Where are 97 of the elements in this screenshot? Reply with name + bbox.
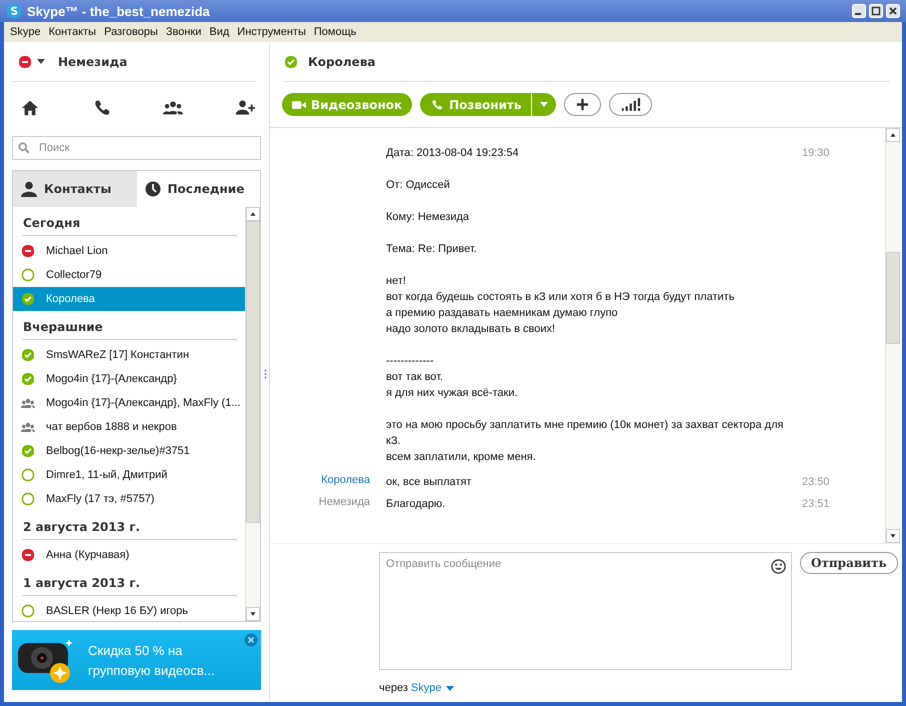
online-status-icon [21,444,35,458]
group-heading: Сегодня [22,207,237,236]
scroll-down-icon[interactable] [246,607,260,621]
caret-icon[interactable] [446,686,454,690]
via-link[interactable]: Skype [410,682,442,694]
online-status-icon [21,292,35,306]
group-icon [21,420,35,434]
sender-name[interactable]: Немезида [318,496,370,508]
online-status-icon [21,348,35,362]
phone-icon [430,98,444,110]
via-label: через [379,682,408,694]
message-text: я для них чужая всё-таки. [386,386,519,401]
splitter-handle[interactable] [264,369,267,379]
offline-status-icon [21,492,35,506]
contact-item[interactable]: чат вербов 1888 и некров [13,415,245,439]
message-input[interactable]: Отправить сообщение [379,552,792,670]
caret-icon[interactable] [37,59,45,64]
search-icon [18,142,30,154]
add-contact-icon[interactable] [234,99,255,117]
menu-item[interactable]: Вид [205,26,234,38]
message-text: это на мою просьбу заплатить мне премию (10к монет) за захват сектора для кЗ. [386,418,784,449]
group-heading: 1 августа 2013 г. [22,567,237,596]
promo-text: групповую видеосв... [88,662,215,678]
menu-item[interactable]: Инструменты [233,26,310,38]
clock-icon [144,181,160,197]
window-title: Skype™ - the_best_nemezida [27,4,211,18]
message-text: ок, все выплатят [386,475,472,490]
message-text: вот так вот. [386,370,444,385]
offline-status-icon [21,468,35,482]
scroll-up-icon[interactable] [886,128,900,142]
contact-item[interactable]: Mogo4in {17}-{Александр}, MaxFly (1... [13,391,245,415]
contact-name: Королева [308,54,376,68]
app-logo-icon [6,3,22,19]
search-field[interactable]: Поиск [12,136,261,160]
message-text: Кому: Немезида [386,210,470,225]
message-time: 23:50 [802,476,830,488]
message-text: Тема: Re: Привет. [386,242,478,257]
scroll-thumb[interactable] [886,252,900,344]
menu-item[interactable]: Разговоры [100,26,162,38]
contact-item[interactable]: Collector79 [13,263,245,287]
home-icon[interactable] [20,99,40,117]
contact-item[interactable]: BASLER (Некр 16 БУ) игорь [13,599,245,621]
online-status-icon [21,372,35,386]
message-text: Дата: 2013-08-04 19:23:54 [386,146,520,161]
minimize-icon[interactable] [852,4,866,18]
call-quality-button[interactable] [609,93,652,116]
tab[interactable]: Контакты [13,171,136,207]
plus-icon [576,98,590,111]
message-time: 23:51 [802,498,830,510]
contact-item[interactable]: Belbog(16-некр-зелье)#3751 [13,439,245,463]
sender-name[interactable]: Королева [321,474,370,486]
busy-status-icon [21,548,35,562]
signal-bars-icon [620,98,641,111]
video-camera-icon [292,98,306,110]
menu-item[interactable]: Контакты [44,26,100,38]
contact-item[interactable]: Michael Lion [13,239,245,263]
person-icon [21,181,37,197]
profile-name: Немезида [58,54,128,68]
smiley-icon[interactable] [771,559,786,574]
message-text: надо золото вкладывать в своих! [386,322,556,337]
message-text: От: Одиссей [386,178,451,193]
message-text: ------------- [386,354,435,369]
group-heading: Вчерашние [22,311,237,340]
busy-status-icon [21,244,35,258]
message-text: нет! [386,274,407,289]
message-time: 19:30 [802,147,830,159]
offline-status-icon [21,268,35,282]
send-button[interactable]: Отправить [800,552,898,574]
maximize-icon[interactable] [869,4,883,18]
contact-item[interactable]: Mogo4in {17}-{Александр} [13,367,245,391]
group-icon[interactable] [163,99,184,117]
promo-text: Скидка 50 % на [88,642,184,658]
menu-item[interactable]: Skype [6,26,45,38]
contact-item[interactable]: MaxFly (17 тэ, #5757) [13,487,245,511]
contact-item[interactable]: Анна (Курчавая) [13,543,245,567]
caret-icon [540,102,548,107]
scroll-down-icon[interactable] [886,529,900,543]
scroll-thumb[interactable] [246,221,260,523]
menu-item[interactable]: Звонки [162,26,206,38]
message-text: Благодарю. [386,497,446,512]
scrollbar[interactable] [245,207,260,621]
message-text: вот когда будешь состоять в кЗ или хотя б в НЭ тогда будут платить [386,290,736,305]
add-button[interactable] [564,93,602,116]
offline-status-icon [21,604,35,618]
contact-item[interactable]: SmsWAReZ [17] Константин [13,343,245,367]
online-status-icon [284,54,298,68]
message-text: а премию раздавать наемникам думаю глупо [386,306,619,321]
busy-status-icon[interactable] [18,54,32,68]
scrollbar[interactable] [885,128,900,543]
menu-item[interactable]: Помощь [310,26,360,38]
message-text: всем заплатили, кроме меня. [386,450,537,465]
close-icon[interactable] [886,4,900,18]
group-icon [21,396,35,410]
call-options-button[interactable] [532,93,556,116]
group-heading: 2 августа 2013 г. [22,511,237,540]
contact-item[interactable]: Dimre1, 11-ый, Дмитрий [13,463,245,487]
scroll-up-icon[interactable] [246,207,260,221]
